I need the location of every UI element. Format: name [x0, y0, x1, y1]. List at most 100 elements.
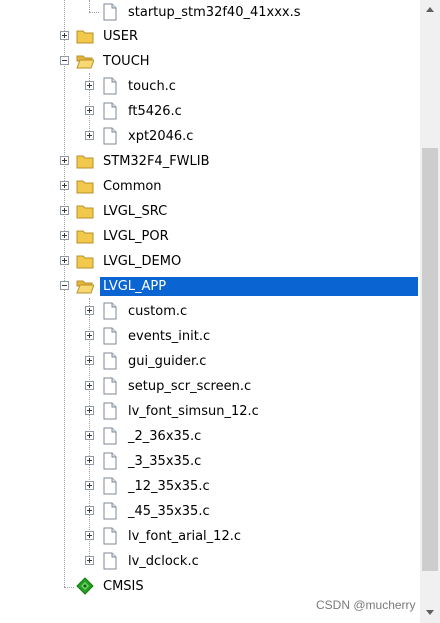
- scroll-up-button[interactable]: [420, 0, 440, 20]
- expand-icon[interactable]: [85, 531, 94, 540]
- project-tree: startup_stm32f40_41xxx.s USER TOUCH touc…: [0, 0, 420, 623]
- group-label[interactable]: LVGL_SRC: [100, 202, 170, 221]
- file-label[interactable]: _2_36x35.c: [125, 427, 204, 446]
- file-label[interactable]: custom.c: [125, 302, 190, 321]
- file-icon: [103, 427, 117, 445]
- expand-icon[interactable]: [85, 106, 94, 115]
- vertical-scrollbar[interactable]: [420, 0, 440, 623]
- diamond-component-icon: [76, 577, 94, 595]
- tree-group-lvgl-app[interactable]: LVGL_APP: [0, 274, 420, 299]
- file-icon: [103, 377, 117, 395]
- file-icon: [103, 302, 117, 320]
- group-label[interactable]: USER: [100, 27, 141, 46]
- tree-file-row[interactable]: custom.c: [0, 299, 420, 324]
- file-label[interactable]: gui_guider.c: [125, 352, 209, 371]
- expand-icon[interactable]: [85, 131, 94, 140]
- group-label[interactable]: LVGL_POR: [100, 227, 172, 246]
- file-label[interactable]: _45_35x35.c: [125, 502, 213, 521]
- group-label[interactable]: STM32F4_FWLIB: [100, 152, 213, 171]
- scrollbar-thumb[interactable]: [422, 148, 438, 571]
- tree-file-row[interactable]: _12_35x35.c: [0, 474, 420, 499]
- group-label[interactable]: LVGL_APP: [100, 277, 418, 296]
- file-label[interactable]: touch.c: [125, 77, 179, 96]
- tree-group-lvgl-por[interactable]: LVGL_POR: [0, 224, 420, 249]
- tree-group-lvgl-demo[interactable]: LVGL_DEMO: [0, 249, 420, 274]
- folder-icon: [76, 30, 94, 44]
- group-label[interactable]: Common: [100, 177, 165, 196]
- folder-icon: [76, 255, 94, 269]
- collapse-icon[interactable]: [60, 281, 69, 290]
- file-icon: [103, 502, 117, 520]
- tree-file-row[interactable]: startup_stm32f40_41xxx.s: [0, 0, 420, 25]
- folder-icon: [76, 230, 94, 244]
- expand-icon[interactable]: [85, 456, 94, 465]
- file-icon: [103, 477, 117, 495]
- expand-icon[interactable]: [85, 306, 94, 315]
- file-icon: [103, 527, 117, 545]
- expand-icon[interactable]: [85, 556, 94, 565]
- file-icon: [103, 102, 117, 120]
- tree-file-row[interactable]: _45_35x35.c: [0, 499, 420, 524]
- file-label[interactable]: lv_dclock.c: [125, 552, 202, 571]
- file-icon: [103, 77, 117, 95]
- tree-group-cmsis[interactable]: CMSIS: [0, 574, 420, 599]
- tree-file-row[interactable]: _3_35x35.c: [0, 449, 420, 474]
- expand-icon[interactable]: [60, 31, 69, 40]
- file-label[interactable]: events_init.c: [125, 327, 213, 346]
- file-icon: [103, 552, 117, 570]
- expand-icon[interactable]: [85, 381, 94, 390]
- expand-icon[interactable]: [60, 231, 69, 240]
- scroll-down-button[interactable]: [420, 603, 440, 623]
- folder-icon: [76, 155, 94, 169]
- folder-open-icon: [76, 55, 94, 69]
- chevron-up-icon: [426, 7, 434, 12]
- watermark: CSDN @mucherry: [316, 598, 416, 612]
- expand-icon[interactable]: [60, 256, 69, 265]
- expand-icon[interactable]: [85, 331, 94, 340]
- file-label[interactable]: startup_stm32f40_41xxx.s: [125, 3, 304, 22]
- expand-icon[interactable]: [85, 431, 94, 440]
- expand-icon[interactable]: [60, 206, 69, 215]
- tree-group-touch[interactable]: TOUCH: [0, 49, 420, 74]
- tree-group-stm32f4-fwlib[interactable]: STM32F4_FWLIB: [0, 149, 420, 174]
- file-icon: [103, 3, 117, 21]
- file-label[interactable]: ft5426.c: [125, 102, 185, 121]
- file-label[interactable]: _12_35x35.c: [125, 477, 213, 496]
- expand-icon[interactable]: [85, 481, 94, 490]
- expand-icon[interactable]: [85, 406, 94, 415]
- folder-open-icon: [76, 280, 94, 294]
- tree-file-row[interactable]: touch.c: [0, 74, 420, 99]
- expand-icon[interactable]: [60, 156, 69, 165]
- tree-file-row[interactable]: setup_scr_screen.c: [0, 374, 420, 399]
- tree-file-row[interactable]: xpt2046.c: [0, 124, 420, 149]
- file-icon: [103, 452, 117, 470]
- group-label[interactable]: TOUCH: [100, 52, 153, 71]
- expand-icon[interactable]: [85, 506, 94, 515]
- tree-group-common[interactable]: Common: [0, 174, 420, 199]
- group-label[interactable]: CMSIS: [100, 577, 147, 596]
- expand-icon[interactable]: [85, 356, 94, 365]
- file-icon: [103, 352, 117, 370]
- file-label[interactable]: _3_35x35.c: [125, 452, 204, 471]
- file-label[interactable]: lv_font_simsun_12.c: [125, 402, 262, 421]
- folder-icon: [76, 205, 94, 219]
- tree-file-row[interactable]: lv_dclock.c: [0, 549, 420, 574]
- collapse-icon[interactable]: [60, 56, 69, 65]
- chevron-down-icon: [426, 610, 434, 615]
- tree-file-row[interactable]: lv_font_simsun_12.c: [0, 399, 420, 424]
- tree-file-row[interactable]: gui_guider.c: [0, 349, 420, 374]
- expand-icon[interactable]: [85, 81, 94, 90]
- tree-group-lvgl-src[interactable]: LVGL_SRC: [0, 199, 420, 224]
- file-label[interactable]: xpt2046.c: [125, 127, 196, 146]
- expand-icon[interactable]: [60, 181, 69, 190]
- tree-file-row[interactable]: ft5426.c: [0, 99, 420, 124]
- tree-group-user[interactable]: USER: [0, 24, 420, 49]
- group-label[interactable]: LVGL_DEMO: [100, 252, 184, 271]
- file-icon: [103, 402, 117, 420]
- file-icon: [103, 327, 117, 345]
- file-label[interactable]: lv_font_arial_12.c: [125, 527, 244, 546]
- file-label[interactable]: setup_scr_screen.c: [125, 377, 254, 396]
- tree-file-row[interactable]: _2_36x35.c: [0, 424, 420, 449]
- tree-file-row[interactable]: lv_font_arial_12.c: [0, 524, 420, 549]
- tree-file-row[interactable]: events_init.c: [0, 324, 420, 349]
